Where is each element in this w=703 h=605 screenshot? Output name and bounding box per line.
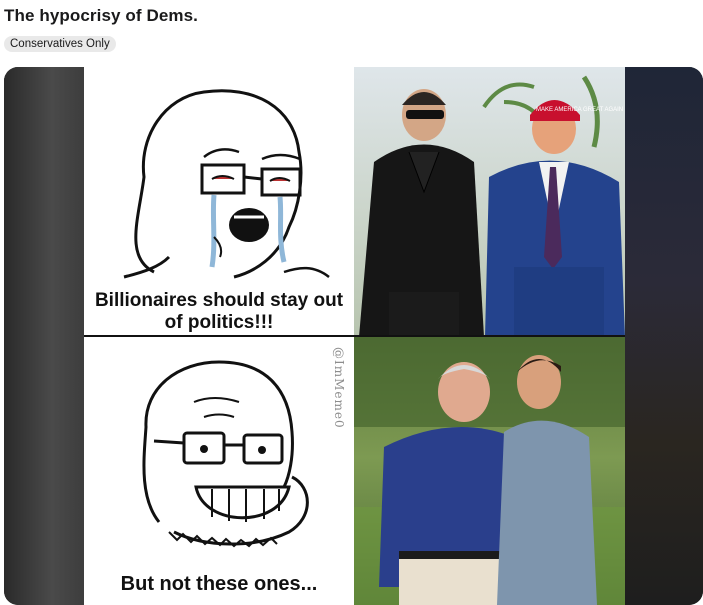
smiling-wojak-drawing <box>142 360 309 548</box>
crying-wojak-panel: Billionaires should stay out of politics… <box>84 67 354 337</box>
hat-text: MAKE AMERICA GREAT AGAIN <box>536 107 623 113</box>
billionaires-photo-bottom <box>354 337 625 605</box>
bottom-caption: But not these ones... <box>120 573 318 595</box>
smiling-wojak-panel: But not these ones... <box>84 337 354 605</box>
post-title[interactable]: The hypocrisy of Dems. <box>4 6 198 26</box>
image-blur-background-right <box>625 67 703 605</box>
two-men-outdoors-illustration <box>354 337 625 605</box>
crying-wojak-drawing <box>123 89 330 279</box>
billionaires-photo-top: MAKE AMERICA GREAT AGAIN <box>354 67 625 337</box>
two-men-walking-illustration: MAKE AMERICA GREAT AGAIN <box>359 75 625 337</box>
post-image[interactable]: Billionaires should stay out of politics… <box>4 67 703 605</box>
meme-watermark: @ImMeme0 <box>332 347 346 429</box>
meme-image: Billionaires should stay out of politics… <box>84 67 625 605</box>
post-flair[interactable]: Conservatives Only <box>4 36 116 52</box>
top-caption: Billionaires should stay out of politics… <box>94 290 344 333</box>
image-blur-background-left <box>4 67 84 605</box>
